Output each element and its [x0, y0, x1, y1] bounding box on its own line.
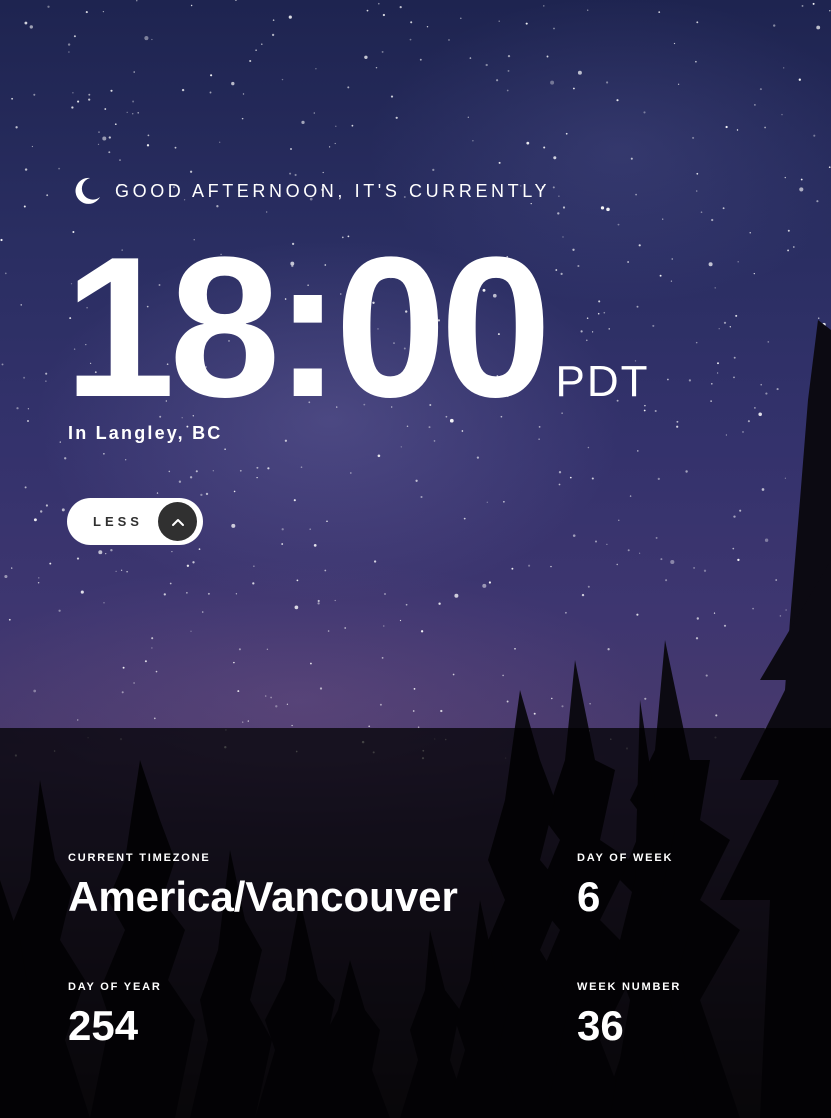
timezone-abbreviation: PDT	[555, 357, 650, 406]
details-panel: CURRENT TIMEZONE America/Vancouver DAY O…	[0, 728, 831, 1118]
less-button-circle[interactable]	[158, 502, 197, 541]
current-time: 18:00	[64, 216, 552, 439]
moon-icon	[75, 177, 100, 204]
greeting: GOOD AFTERNOON, IT'S CURRENTLY	[70, 175, 550, 207]
less-button-label: LESS	[93, 514, 143, 529]
chevron-up-icon	[171, 518, 184, 526]
detail-label: DAY OF WEEK	[577, 852, 674, 864]
detail-value: 254	[68, 1002, 139, 1049]
location-text: In Langley, BC	[68, 423, 223, 443]
detail-value: 6	[577, 873, 601, 920]
clock-app: GOOD AFTERNOON, IT'S CURRENTLY 18:00 PDT…	[0, 0, 831, 1118]
detail-value: America/Vancouver	[68, 873, 458, 920]
less-button[interactable]: LESS	[67, 498, 203, 545]
detail-value: 36	[577, 1002, 624, 1049]
detail-day-of-week: DAY OF WEEK 6	[577, 852, 673, 920]
greeting-text: GOOD AFTERNOON, IT'S CURRENTLY	[115, 180, 551, 201]
time-display: 18:00 PDT	[64, 228, 650, 428]
detail-day-of-year: DAY OF YEAR 254	[68, 981, 162, 1049]
detail-label: DAY OF YEAR	[68, 981, 162, 993]
detail-week-number: WEEK NUMBER 36	[577, 981, 681, 1049]
detail-label: CURRENT TIMEZONE	[68, 852, 211, 864]
detail-label: WEEK NUMBER	[577, 981, 682, 993]
detail-current-timezone: CURRENT TIMEZONE America/Vancouver	[68, 852, 458, 920]
